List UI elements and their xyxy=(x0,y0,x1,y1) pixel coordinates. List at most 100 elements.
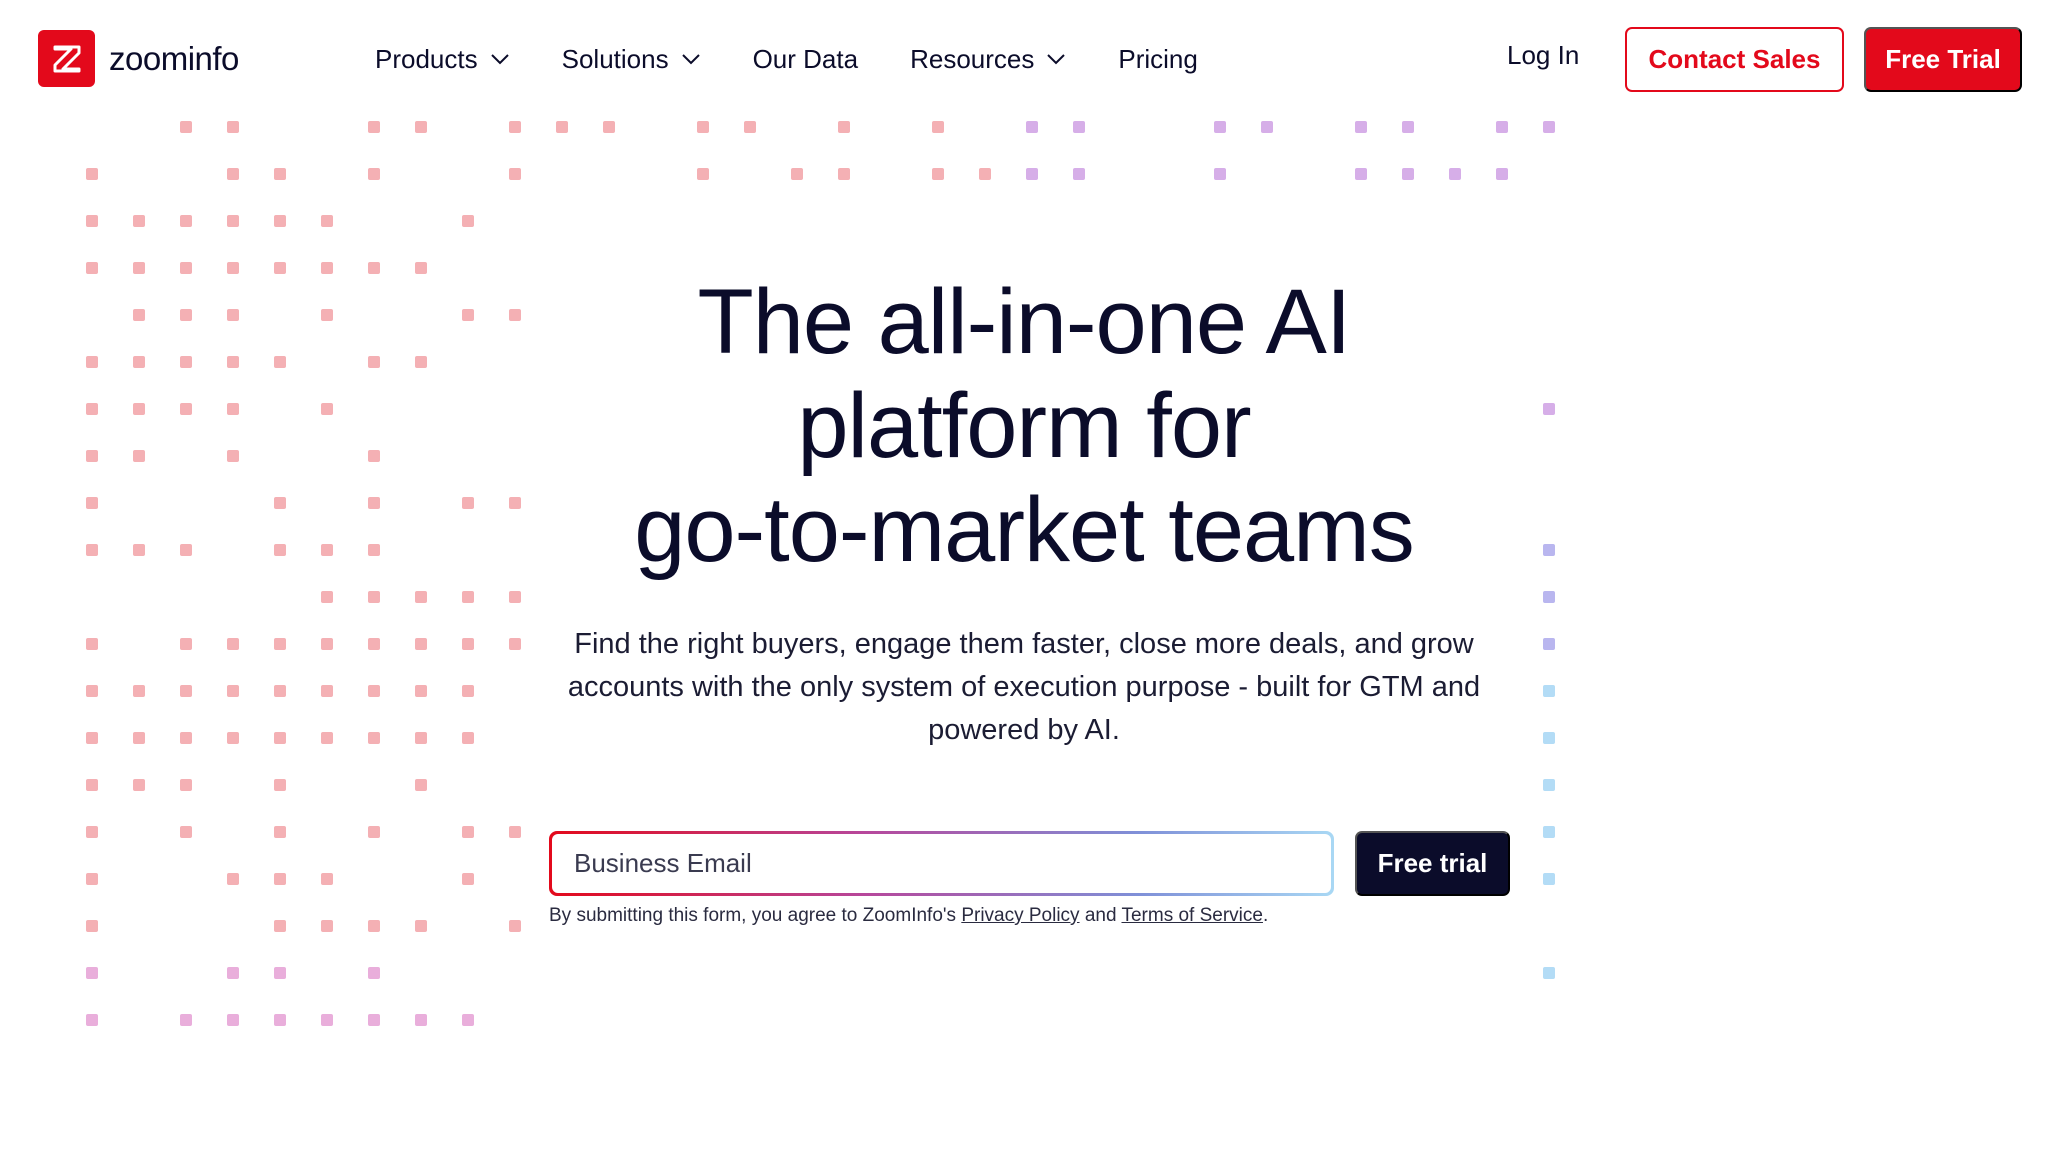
decorative-dot xyxy=(321,262,333,274)
decorative-dot xyxy=(227,1014,239,1026)
zoominfo-logo[interactable]: zoominfo xyxy=(38,30,239,87)
contact-sales-button[interactable]: Contact Sales xyxy=(1625,27,1844,92)
form-disclaimer: By submitting this form, you agree to Zo… xyxy=(549,905,1268,927)
login-link[interactable]: Log In xyxy=(1507,40,1579,71)
decorative-dot xyxy=(462,1014,474,1026)
nav-item-label: Products xyxy=(375,43,478,74)
nav-item-pricing[interactable]: Pricing xyxy=(1118,44,1197,75)
decorative-dot xyxy=(415,732,427,744)
nav-item-resources[interactable]: Resources xyxy=(910,44,1066,75)
decorative-dot xyxy=(274,920,286,932)
decorative-dot xyxy=(274,873,286,885)
decorative-dot xyxy=(227,638,239,650)
decorative-dot xyxy=(509,920,521,932)
decorative-dot xyxy=(368,356,380,368)
decorative-dot xyxy=(603,121,615,133)
decorative-dot xyxy=(274,497,286,509)
decorative-dot xyxy=(1543,873,1555,885)
decorative-dot xyxy=(462,591,474,603)
decorative-dot xyxy=(509,591,521,603)
decorative-dot xyxy=(415,685,427,697)
decorative-dot xyxy=(227,168,239,180)
decorative-dot xyxy=(462,685,474,697)
decorative-dot xyxy=(274,826,286,838)
decorative-dot xyxy=(227,262,239,274)
decorative-dot xyxy=(556,121,568,133)
decorative-dot xyxy=(932,168,944,180)
decorative-dot xyxy=(180,121,192,133)
decorative-dot xyxy=(133,450,145,462)
nav-item-solutions[interactable]: Solutions xyxy=(562,44,701,75)
decorative-dot xyxy=(86,262,98,274)
decorative-dot xyxy=(321,638,333,650)
free-trial-submit-button[interactable]: Free trial xyxy=(1355,831,1510,896)
decorative-dot xyxy=(462,215,474,227)
decorative-dot xyxy=(1073,168,1085,180)
decorative-dot xyxy=(274,638,286,650)
decorative-dot xyxy=(509,638,521,650)
decorative-dot xyxy=(1355,168,1367,180)
decorative-dot xyxy=(321,920,333,932)
business-email-input[interactable] xyxy=(574,848,1331,879)
decorative-dot xyxy=(86,544,98,556)
decorative-dot xyxy=(274,544,286,556)
privacy-policy-link[interactable]: Privacy Policy xyxy=(961,905,1079,926)
decorative-dot xyxy=(180,685,192,697)
nav-item-products[interactable]: Products xyxy=(375,44,510,75)
hero-title-line: platform for xyxy=(797,375,1251,477)
decorative-dot xyxy=(1543,779,1555,791)
decorative-dot xyxy=(368,544,380,556)
site-header: zoominfo Products Solutions Our Data Res… xyxy=(0,0,2048,118)
email-field-inner xyxy=(552,834,1331,893)
decorative-dot xyxy=(86,356,98,368)
decorative-dot xyxy=(180,1014,192,1026)
decorative-dot xyxy=(509,497,521,509)
decorative-dot xyxy=(86,1014,98,1026)
decorative-dot xyxy=(1543,826,1555,838)
decorative-dot xyxy=(697,168,709,180)
decorative-dot xyxy=(1543,544,1555,556)
decorative-dot xyxy=(180,403,192,415)
nav-item-our-data[interactable]: Our Data xyxy=(753,44,859,75)
decorative-dot xyxy=(1543,685,1555,697)
hero-title: The all-in-one AI platform for go-to-mar… xyxy=(524,270,1524,582)
decorative-dot xyxy=(415,1014,427,1026)
decorative-dot xyxy=(462,309,474,321)
decorative-dot xyxy=(86,450,98,462)
decorative-dot xyxy=(697,121,709,133)
decorative-dot xyxy=(86,685,98,697)
free-trial-header-button[interactable]: Free Trial xyxy=(1864,27,2022,92)
decorative-dot xyxy=(462,826,474,838)
terms-of-service-link[interactable]: Terms of Service xyxy=(1121,905,1262,926)
decorative-dot xyxy=(321,544,333,556)
hero-title-line: go-to-market teams xyxy=(634,479,1415,581)
decorative-dot xyxy=(1402,168,1414,180)
decorative-dot xyxy=(932,121,944,133)
decorative-dot xyxy=(509,168,521,180)
decorative-dot xyxy=(321,732,333,744)
chevron-down-icon xyxy=(1046,52,1066,66)
decorative-dot xyxy=(180,732,192,744)
hero-title-line: The all-in-one AI xyxy=(697,271,1352,373)
decorative-dot xyxy=(1543,591,1555,603)
chevron-down-icon xyxy=(490,52,510,66)
decorative-dot xyxy=(1073,121,1085,133)
decorative-dot xyxy=(274,356,286,368)
nav-item-label: Our Data xyxy=(752,43,859,74)
logo-wordmark: zoominfo xyxy=(109,39,239,77)
decorative-dot xyxy=(180,779,192,791)
decorative-dot xyxy=(86,215,98,227)
decorative-dot xyxy=(86,826,98,838)
decorative-dot xyxy=(1026,121,1038,133)
decorative-dot xyxy=(1543,121,1555,133)
decorative-dot xyxy=(227,450,239,462)
decorative-dot xyxy=(368,685,380,697)
decorative-dot xyxy=(979,168,991,180)
decorative-dot xyxy=(133,356,145,368)
decorative-dot xyxy=(415,121,427,133)
decorative-dot xyxy=(227,215,239,227)
decorative-dot xyxy=(86,779,98,791)
decorative-dot xyxy=(180,356,192,368)
decorative-dot xyxy=(368,967,380,979)
decorative-dot xyxy=(274,215,286,227)
